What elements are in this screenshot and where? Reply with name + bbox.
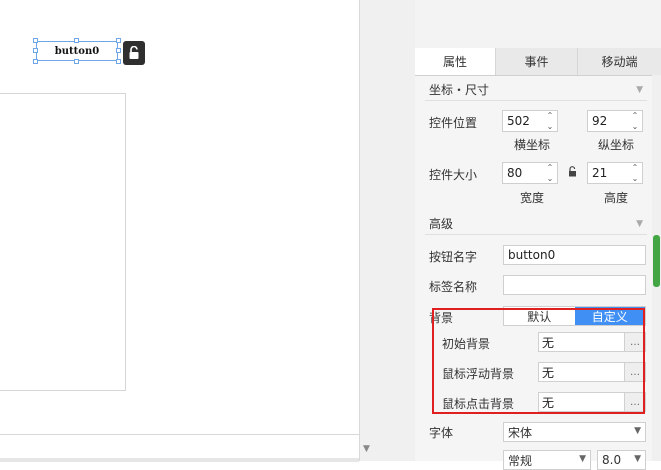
tab-properties[interactable]: 属性 bbox=[415, 48, 496, 75]
horizontal-scrollbar[interactable] bbox=[0, 434, 359, 462]
section-coords-size[interactable]: 坐标・尺寸 ▼ bbox=[425, 79, 647, 101]
canvas-button-label: button0 bbox=[54, 45, 100, 57]
more-icon[interactable]: … bbox=[624, 333, 645, 351]
x-position-value: 502 bbox=[507, 114, 530, 128]
properties-scrollbar[interactable] bbox=[652, 75, 661, 461]
width-input[interactable]: 80 ⌃ ⌄ bbox=[502, 162, 558, 184]
section-advanced-title: 高级 bbox=[429, 217, 454, 231]
y-position-caption: 纵坐标 bbox=[598, 138, 635, 152]
background-default-label: 默认 bbox=[527, 309, 552, 324]
properties-panel: 属性 事件 移动端 坐标・尺寸 ▼ 控件位置 502 ⌃ ⌄ 92 ⌃ ⌄ 横坐标 … bbox=[415, 0, 661, 470]
button-name-value: button0 bbox=[508, 248, 556, 262]
spin-up-icon[interactable]: ⌃ bbox=[547, 163, 554, 172]
background-default-option[interactable]: 默认 bbox=[504, 307, 575, 325]
chevron-down-icon[interactable]: ▼ bbox=[636, 219, 643, 229]
chevron-down-icon[interactable]: ▼ bbox=[634, 426, 641, 436]
spin-down-icon[interactable]: ⌄ bbox=[547, 122, 554, 131]
tab-events-label: 事件 bbox=[524, 55, 549, 69]
design-canvas[interactable]: button0 bbox=[0, 0, 359, 434]
spin-up-icon[interactable]: ⌃ bbox=[632, 163, 639, 172]
spin-down-icon[interactable]: ⌄ bbox=[547, 174, 554, 183]
spin-down-icon[interactable]: ⌄ bbox=[632, 122, 639, 131]
tab-events[interactable]: 事件 bbox=[496, 48, 578, 75]
chevron-down-icon[interactable]: ▼ bbox=[579, 454, 586, 464]
click-bg-field[interactable]: 无 … bbox=[538, 392, 646, 412]
y-position-input[interactable]: 92 ⌃ ⌄ bbox=[587, 110, 643, 132]
background-mode-toggle[interactable]: 默认 自定义 bbox=[503, 306, 646, 326]
canvas-button-control[interactable]: button0 bbox=[36, 41, 118, 61]
height-input[interactable]: 21 ⌃ ⌄ bbox=[587, 162, 643, 184]
background-label: 背景 bbox=[429, 311, 454, 325]
width-caption: 宽度 bbox=[520, 191, 545, 205]
button-name-label: 按钮名字 bbox=[429, 250, 478, 264]
x-position-spinner[interactable]: ⌃ ⌄ bbox=[543, 111, 557, 131]
font-size-value: 8.0 bbox=[602, 453, 622, 467]
unlock-icon bbox=[129, 46, 139, 59]
y-position-spinner[interactable]: ⌃ ⌄ bbox=[628, 111, 642, 131]
y-position-value: 92 bbox=[592, 114, 608, 128]
chevron-down-icon[interactable]: ▼ bbox=[363, 444, 370, 454]
resize-handle-e[interactable] bbox=[116, 48, 121, 53]
font-family-value: 宋体 bbox=[508, 425, 533, 440]
font-style-select[interactable]: 常规 ▼ bbox=[503, 450, 591, 470]
aspect-lock-icon[interactable] bbox=[568, 166, 577, 180]
resize-handle-s[interactable] bbox=[74, 59, 79, 64]
resize-handle-nw[interactable] bbox=[33, 38, 38, 43]
initial-bg-label: 初始背景 bbox=[442, 337, 491, 351]
hover-bg-field[interactable]: 无 … bbox=[538, 362, 646, 382]
width-value: 80 bbox=[507, 166, 523, 180]
background-custom-label: 自定义 bbox=[591, 309, 628, 324]
size-label: 控件大小 bbox=[429, 168, 478, 182]
canvas-vertical-scrollbar[interactable]: ▼ bbox=[359, 0, 375, 461]
more-icon[interactable]: … bbox=[624, 363, 645, 381]
tab-properties-label: 属性 bbox=[442, 55, 467, 69]
height-spinner[interactable]: ⌃ ⌄ bbox=[628, 163, 642, 183]
section-coords-title: 坐标・尺寸 bbox=[429, 83, 490, 97]
properties-scroll-thumb[interactable] bbox=[653, 235, 660, 287]
properties-tabs: 属性 事件 移动端 bbox=[415, 48, 661, 76]
font-label: 字体 bbox=[429, 426, 454, 440]
tag-name-label: 标签名称 bbox=[429, 280, 478, 294]
hover-bg-value: 无 bbox=[542, 365, 555, 380]
click-bg-value: 无 bbox=[542, 395, 555, 410]
x-position-input[interactable]: 502 ⌃ ⌄ bbox=[502, 110, 558, 132]
horizontal-scroll-track[interactable] bbox=[0, 458, 359, 462]
unlock-toggle-button[interactable] bbox=[123, 41, 145, 65]
spin-up-icon[interactable]: ⌃ bbox=[547, 111, 554, 120]
resize-handle-n[interactable] bbox=[74, 38, 79, 43]
properties-header bbox=[415, 0, 661, 48]
spin-up-icon[interactable]: ⌃ bbox=[632, 111, 639, 120]
resize-handle-w[interactable] bbox=[33, 48, 38, 53]
chevron-down-icon[interactable]: ▼ bbox=[636, 85, 643, 95]
font-style-value: 常规 bbox=[508, 453, 533, 468]
panel-gap bbox=[375, 0, 415, 461]
button-name-input[interactable]: button0 bbox=[503, 245, 646, 265]
width-spinner[interactable]: ⌃ ⌄ bbox=[543, 163, 557, 183]
resize-handle-se[interactable] bbox=[116, 59, 121, 64]
hover-bg-label: 鼠标浮动背景 bbox=[442, 367, 515, 381]
tab-mobile[interactable]: 移动端 bbox=[578, 48, 661, 75]
tag-name-input[interactable] bbox=[503, 275, 646, 295]
height-caption: 高度 bbox=[604, 191, 629, 205]
font-size-select[interactable]: 8.0 ▼ bbox=[597, 450, 646, 470]
position-label: 控件位置 bbox=[429, 116, 478, 130]
section-advanced[interactable]: 高级 ▼ bbox=[425, 213, 647, 235]
resize-handle-ne[interactable] bbox=[116, 38, 121, 43]
click-bg-label: 鼠标点击背景 bbox=[442, 397, 515, 411]
more-icon[interactable]: … bbox=[624, 393, 645, 411]
font-family-select[interactable]: 宋体 ▼ bbox=[503, 422, 646, 442]
resize-handle-sw[interactable] bbox=[33, 59, 38, 64]
tab-mobile-label: 移动端 bbox=[601, 55, 638, 69]
initial-bg-field[interactable]: 无 … bbox=[538, 332, 646, 352]
background-custom-option[interactable]: 自定义 bbox=[574, 307, 645, 325]
spin-down-icon[interactable]: ⌄ bbox=[632, 174, 639, 183]
initial-bg-value: 无 bbox=[542, 335, 555, 350]
x-position-caption: 横坐标 bbox=[514, 138, 551, 152]
height-value: 21 bbox=[592, 166, 608, 180]
canvas-panel-frame bbox=[0, 93, 126, 391]
chevron-down-icon[interactable]: ▼ bbox=[634, 454, 641, 464]
